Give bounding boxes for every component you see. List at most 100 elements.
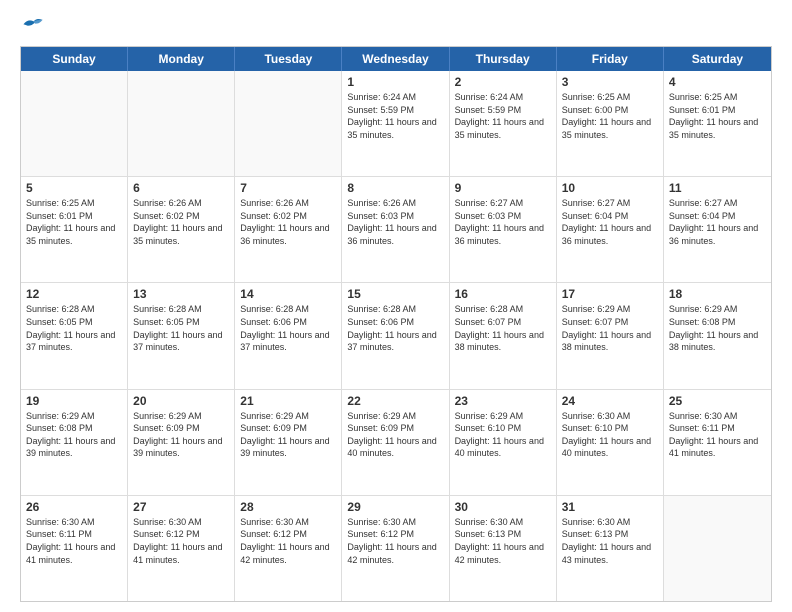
header-day-friday: Friday [557, 47, 664, 71]
day-number: 7 [240, 181, 336, 195]
day-cell-5: 5Sunrise: 6:25 AM Sunset: 6:01 PM Daylig… [21, 177, 128, 282]
empty-cell [664, 496, 771, 601]
day-cell-16: 16 Sunrise: 6:28 AM Sunset: 6:07 PM Dayli… [450, 283, 557, 388]
day-number: 10 [562, 181, 658, 195]
page: SundayMondayTuesdayWednesdayThursdayFrid… [0, 0, 792, 612]
day-cell-30: 30 Sunrise: 6:30 AM Sunset: 6:13 PM Dayli… [450, 496, 557, 601]
day-text: Sunrise: 6:27 AM Sunset: 6:04 PM Dayligh… [562, 197, 658, 247]
day-number: 30 [455, 500, 551, 514]
day-cell-20: 20 Sunrise: 6:29 AM Sunset: 6:09 PM Dayli… [128, 390, 235, 495]
day-text: Sunrise: 6:25 AM Sunset: 6:01 PM Dayligh… [26, 197, 122, 247]
day-text: Sunrise: 6:27 AM Sunset: 6:04 PM Dayligh… [669, 197, 766, 247]
day-number: 25 [669, 394, 766, 408]
day-cell-17: 17 Sunrise: 6:29 AM Sunset: 6:07 PM Dayli… [557, 283, 664, 388]
empty-cell [128, 71, 235, 176]
empty-cell [235, 71, 342, 176]
day-cell-25: 25 Sunrise: 6:30 AM Sunset: 6:11 PM Dayli… [664, 390, 771, 495]
day-number: 24 [562, 394, 658, 408]
day-text: Sunrise: 6:26 AM Sunset: 6:02 PM Dayligh… [240, 197, 336, 247]
day-number: 12 [26, 287, 122, 301]
day-cell-19: 19 Sunrise: 6:29 AM Sunset: 6:08 PM Dayli… [21, 390, 128, 495]
day-number: 20 [133, 394, 229, 408]
calendar-body: 1 Sunrise: 6:24 AM Sunset: 5:59 PM Daylig… [21, 71, 771, 601]
day-text: Sunrise: 6:29 AM Sunset: 6:09 PM Dayligh… [133, 410, 229, 460]
day-number: 9 [455, 181, 551, 195]
header-day-sunday: Sunday [21, 47, 128, 71]
day-cell-9: 9Sunrise: 6:27 AM Sunset: 6:03 PM Daylig… [450, 177, 557, 282]
day-number: 3 [562, 75, 658, 89]
day-cell-31: 31Sunrise: 6:30 AM Sunset: 6:13 PM Dayli… [557, 496, 664, 601]
day-cell-10: 10 Sunrise: 6:27 AM Sunset: 6:04 PM Dayli… [557, 177, 664, 282]
day-cell-3: 3 Sunrise: 6:25 AM Sunset: 6:00 PM Daylig… [557, 71, 664, 176]
header-day-wednesday: Wednesday [342, 47, 449, 71]
week-row-3: 19 Sunrise: 6:29 AM Sunset: 6:08 PM Dayli… [21, 390, 771, 496]
day-text: Sunrise: 6:30 AM Sunset: 6:12 PM Dayligh… [240, 516, 336, 566]
day-cell-28: 28 Sunrise: 6:30 AM Sunset: 6:12 PM Dayli… [235, 496, 342, 601]
day-text: Sunrise: 6:26 AM Sunset: 6:03 PM Dayligh… [347, 197, 443, 247]
day-text: Sunrise: 6:28 AM Sunset: 6:06 PM Dayligh… [347, 303, 443, 353]
day-number: 16 [455, 287, 551, 301]
day-cell-23: 23 Sunrise: 6:29 AM Sunset: 6:10 PM Dayli… [450, 390, 557, 495]
day-number: 2 [455, 75, 551, 89]
day-text: Sunrise: 6:28 AM Sunset: 6:07 PM Dayligh… [455, 303, 551, 353]
day-text: Sunrise: 6:28 AM Sunset: 6:05 PM Dayligh… [26, 303, 122, 353]
day-text: Sunrise: 6:25 AM Sunset: 6:01 PM Dayligh… [669, 91, 766, 141]
day-text: Sunrise: 6:24 AM Sunset: 5:59 PM Dayligh… [455, 91, 551, 141]
day-number: 1 [347, 75, 443, 89]
day-cell-21: 21Sunrise: 6:29 AM Sunset: 6:09 PM Dayli… [235, 390, 342, 495]
day-number: 13 [133, 287, 229, 301]
day-number: 8 [347, 181, 443, 195]
header [20, 18, 772, 36]
day-cell-18: 18 Sunrise: 6:29 AM Sunset: 6:08 PM Dayli… [664, 283, 771, 388]
day-text: Sunrise: 6:29 AM Sunset: 6:08 PM Dayligh… [26, 410, 122, 460]
day-cell-24: 24 Sunrise: 6:30 AM Sunset: 6:10 PM Dayli… [557, 390, 664, 495]
day-number: 4 [669, 75, 766, 89]
day-text: Sunrise: 6:30 AM Sunset: 6:13 PM Dayligh… [455, 516, 551, 566]
day-text: Sunrise: 6:30 AM Sunset: 6:11 PM Dayligh… [26, 516, 122, 566]
header-day-tuesday: Tuesday [235, 47, 342, 71]
day-text: Sunrise: 6:25 AM Sunset: 6:00 PM Dayligh… [562, 91, 658, 141]
day-number: 17 [562, 287, 658, 301]
day-number: 19 [26, 394, 122, 408]
header-day-thursday: Thursday [450, 47, 557, 71]
day-cell-22: 22Sunrise: 6:29 AM Sunset: 6:09 PM Dayli… [342, 390, 449, 495]
week-row-0: 1 Sunrise: 6:24 AM Sunset: 5:59 PM Daylig… [21, 71, 771, 177]
day-cell-7: 7 Sunrise: 6:26 AM Sunset: 6:02 PM Daylig… [235, 177, 342, 282]
day-cell-13: 13 Sunrise: 6:28 AM Sunset: 6:05 PM Dayli… [128, 283, 235, 388]
calendar: SundayMondayTuesdayWednesdayThursdayFrid… [20, 46, 772, 602]
day-number: 27 [133, 500, 229, 514]
header-day-monday: Monday [128, 47, 235, 71]
calendar-header: SundayMondayTuesdayWednesdayThursdayFrid… [21, 47, 771, 71]
day-number: 29 [347, 500, 443, 514]
day-text: Sunrise: 6:28 AM Sunset: 6:06 PM Dayligh… [240, 303, 336, 353]
day-number: 23 [455, 394, 551, 408]
day-number: 15 [347, 287, 443, 301]
day-cell-15: 15 Sunrise: 6:28 AM Sunset: 6:06 PM Dayli… [342, 283, 449, 388]
logo [20, 18, 44, 36]
day-cell-14: 14 Sunrise: 6:28 AM Sunset: 6:06 PM Dayli… [235, 283, 342, 388]
day-cell-6: 6Sunrise: 6:26 AM Sunset: 6:02 PM Daylig… [128, 177, 235, 282]
day-cell-8: 8 Sunrise: 6:26 AM Sunset: 6:03 PM Daylig… [342, 177, 449, 282]
day-text: Sunrise: 6:26 AM Sunset: 6:02 PM Dayligh… [133, 197, 229, 247]
day-text: Sunrise: 6:30 AM Sunset: 6:11 PM Dayligh… [669, 410, 766, 460]
bird-icon [22, 14, 44, 36]
day-cell-11: 11 Sunrise: 6:27 AM Sunset: 6:04 PM Dayli… [664, 177, 771, 282]
day-cell-26: 26 Sunrise: 6:30 AM Sunset: 6:11 PM Dayli… [21, 496, 128, 601]
day-cell-12: 12 Sunrise: 6:28 AM Sunset: 6:05 PM Dayli… [21, 283, 128, 388]
day-number: 14 [240, 287, 336, 301]
day-text: Sunrise: 6:28 AM Sunset: 6:05 PM Dayligh… [133, 303, 229, 353]
day-text: Sunrise: 6:29 AM Sunset: 6:10 PM Dayligh… [455, 410, 551, 460]
day-number: 26 [26, 500, 122, 514]
day-text: Sunrise: 6:30 AM Sunset: 6:12 PM Dayligh… [347, 516, 443, 566]
day-text: Sunrise: 6:30 AM Sunset: 6:10 PM Dayligh… [562, 410, 658, 460]
day-number: 11 [669, 181, 766, 195]
day-number: 18 [669, 287, 766, 301]
day-text: Sunrise: 6:29 AM Sunset: 6:07 PM Dayligh… [562, 303, 658, 353]
day-cell-29: 29 Sunrise: 6:30 AM Sunset: 6:12 PM Dayli… [342, 496, 449, 601]
day-cell-2: 2 Sunrise: 6:24 AM Sunset: 5:59 PM Daylig… [450, 71, 557, 176]
day-number: 28 [240, 500, 336, 514]
day-text: Sunrise: 6:29 AM Sunset: 6:08 PM Dayligh… [669, 303, 766, 353]
week-row-1: 5Sunrise: 6:25 AM Sunset: 6:01 PM Daylig… [21, 177, 771, 283]
day-number: 31 [562, 500, 658, 514]
day-number: 22 [347, 394, 443, 408]
